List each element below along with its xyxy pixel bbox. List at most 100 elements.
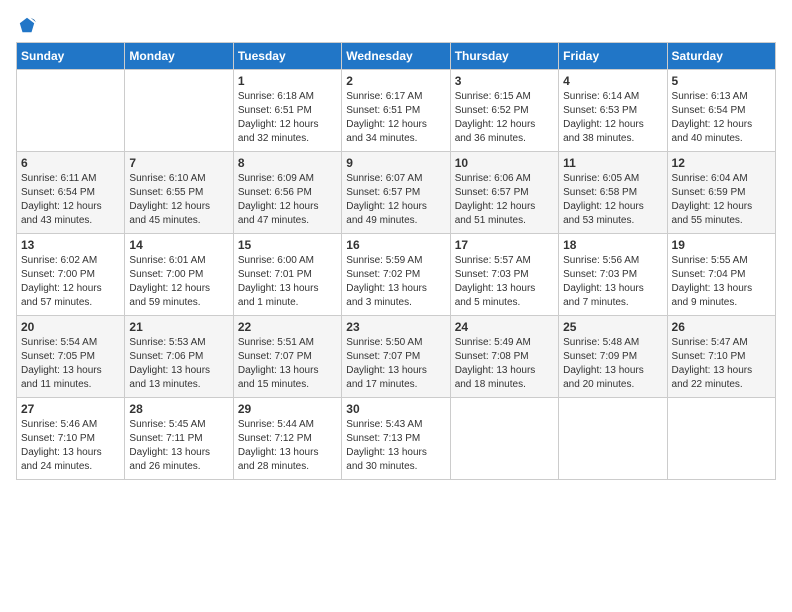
calendar-week-row: 13 Sunrise: 6:02 AM Sunset: 7:00 PM Dayli…: [17, 234, 776, 316]
calendar-cell: [125, 70, 233, 152]
calendar-cell: 18Sunrise: 5:56 AM Sunset: 7:03 PM Dayli…: [559, 234, 667, 316]
cell-details: Sunrise: 5:51 AM Sunset: 7:07 PM Dayligh…: [238, 336, 337, 392]
calendar-week-row: 27 Sunrise: 5:46 AM Sunset: 7:10 PM Dayli…: [17, 398, 776, 480]
calendar-cell: 16 Sunrise: 5:59 AM Sunset: 7:02 PM Dayli…: [342, 234, 450, 316]
day-number: 14: [129, 238, 228, 252]
day-number: 18: [563, 238, 662, 252]
cell-details: Sunrise: 6:04 AM Sunset: 6:59 PM Dayligh…: [672, 172, 771, 228]
calendar-cell: [17, 70, 125, 152]
cell-details: Sunrise: 5:57 AM Sunset: 7:03 PM Dayligh…: [455, 254, 554, 310]
cell-details: Sunrise: 6:07 AM Sunset: 6:57 PM Dayligh…: [346, 172, 445, 228]
calendar-cell: 19 Sunrise: 5:55 AM Sunset: 7:04 PM Dayli…: [667, 234, 775, 316]
logo-icon: [18, 16, 36, 34]
day-number: 23: [346, 320, 445, 334]
calendar-cell: 1 Sunrise: 6:18 AM Sunset: 6:51 PM Daylig…: [233, 70, 341, 152]
calendar-cell: 3Sunrise: 6:15 AM Sunset: 6:52 PM Daylig…: [450, 70, 558, 152]
cell-details: Sunrise: 6:11 AM Sunset: 6:54 PM Dayligh…: [21, 172, 120, 228]
calendar-week-row: 6 Sunrise: 6:11 AM Sunset: 6:54 PM Daylig…: [17, 152, 776, 234]
cell-details: Sunrise: 6:14 AM Sunset: 6:53 PM Dayligh…: [563, 90, 662, 146]
day-number: 28: [129, 402, 228, 416]
cell-details: Sunrise: 5:43 AM Sunset: 7:13 PM Dayligh…: [346, 418, 445, 474]
day-number: 21: [129, 320, 228, 334]
day-header: Saturday: [667, 43, 775, 70]
calendar-cell: 21 Sunrise: 5:53 AM Sunset: 7:06 PM Dayli…: [125, 316, 233, 398]
day-number: 2: [346, 74, 445, 88]
cell-details: Sunrise: 6:01 AM Sunset: 7:00 PM Dayligh…: [129, 254, 228, 310]
calendar-week-row: 20 Sunrise: 5:54 AM Sunset: 7:05 PM Dayli…: [17, 316, 776, 398]
day-number: 19: [672, 238, 771, 252]
day-header: Thursday: [450, 43, 558, 70]
calendar-cell: 10 Sunrise: 6:06 AM Sunset: 6:57 PM Dayli…: [450, 152, 558, 234]
cell-details: Sunrise: 6:05 AM Sunset: 6:58 PM Dayligh…: [563, 172, 662, 228]
cell-details: Sunrise: 5:47 AM Sunset: 7:10 PM Dayligh…: [672, 336, 771, 392]
cell-details: Sunrise: 6:09 AM Sunset: 6:56 PM Dayligh…: [238, 172, 337, 228]
day-number: 1: [238, 74, 337, 88]
cell-details: Sunrise: 5:48 AM Sunset: 7:09 PM Dayligh…: [563, 336, 662, 392]
calendar-cell: 30Sunrise: 5:43 AM Sunset: 7:13 PM Dayli…: [342, 398, 450, 480]
calendar-cell: 9 Sunrise: 6:07 AM Sunset: 6:57 PM Daylig…: [342, 152, 450, 234]
calendar-cell: 2 Sunrise: 6:17 AM Sunset: 6:51 PM Daylig…: [342, 70, 450, 152]
calendar-cell: 7 Sunrise: 6:10 AM Sunset: 6:55 PM Daylig…: [125, 152, 233, 234]
day-number: 17: [455, 238, 554, 252]
cell-details: Sunrise: 6:15 AM Sunset: 6:52 PM Dayligh…: [455, 90, 554, 146]
calendar-header-row: SundayMondayTuesdayWednesdayThursdayFrid…: [17, 43, 776, 70]
calendar-cell: 23Sunrise: 5:50 AM Sunset: 7:07 PM Dayli…: [342, 316, 450, 398]
calendar-cell: 22 Sunrise: 5:51 AM Sunset: 7:07 PM Dayli…: [233, 316, 341, 398]
calendar-week-row: 1 Sunrise: 6:18 AM Sunset: 6:51 PM Daylig…: [17, 70, 776, 152]
cell-details: Sunrise: 5:55 AM Sunset: 7:04 PM Dayligh…: [672, 254, 771, 310]
cell-details: Sunrise: 6:18 AM Sunset: 6:51 PM Dayligh…: [238, 90, 337, 146]
calendar-cell: 5 Sunrise: 6:13 AM Sunset: 6:54 PM Daylig…: [667, 70, 775, 152]
calendar-cell: [667, 398, 775, 480]
calendar-cell: 26 Sunrise: 5:47 AM Sunset: 7:10 PM Dayli…: [667, 316, 775, 398]
calendar-cell: 25 Sunrise: 5:48 AM Sunset: 7:09 PM Dayli…: [559, 316, 667, 398]
day-number: 9: [346, 156, 445, 170]
cell-details: Sunrise: 5:53 AM Sunset: 7:06 PM Dayligh…: [129, 336, 228, 392]
calendar-cell: 15 Sunrise: 6:00 AM Sunset: 7:01 PM Dayli…: [233, 234, 341, 316]
calendar-cell: [450, 398, 558, 480]
calendar-cell: 8 Sunrise: 6:09 AM Sunset: 6:56 PM Daylig…: [233, 152, 341, 234]
day-number: 12: [672, 156, 771, 170]
day-header: Friday: [559, 43, 667, 70]
day-number: 11: [563, 156, 662, 170]
calendar-cell: 17 Sunrise: 5:57 AM Sunset: 7:03 PM Dayli…: [450, 234, 558, 316]
day-header: Wednesday: [342, 43, 450, 70]
cell-details: Sunrise: 5:59 AM Sunset: 7:02 PM Dayligh…: [346, 254, 445, 310]
day-number: 22: [238, 320, 337, 334]
day-number: 13: [21, 238, 120, 252]
cell-details: Sunrise: 6:13 AM Sunset: 6:54 PM Dayligh…: [672, 90, 771, 146]
day-number: 29: [238, 402, 337, 416]
calendar-table: SundayMondayTuesdayWednesdayThursdayFrid…: [16, 42, 776, 480]
calendar-cell: 27 Sunrise: 5:46 AM Sunset: 7:10 PM Dayli…: [17, 398, 125, 480]
calendar-cell: 12 Sunrise: 6:04 AM Sunset: 6:59 PM Dayli…: [667, 152, 775, 234]
cell-details: Sunrise: 6:00 AM Sunset: 7:01 PM Dayligh…: [238, 254, 337, 310]
cell-details: Sunrise: 5:45 AM Sunset: 7:11 PM Dayligh…: [129, 418, 228, 474]
cell-details: Sunrise: 5:44 AM Sunset: 7:12 PM Dayligh…: [238, 418, 337, 474]
day-number: 6: [21, 156, 120, 170]
calendar-cell: 6 Sunrise: 6:11 AM Sunset: 6:54 PM Daylig…: [17, 152, 125, 234]
day-number: 25: [563, 320, 662, 334]
day-number: 27: [21, 402, 120, 416]
day-number: 5: [672, 74, 771, 88]
calendar-cell: 20 Sunrise: 5:54 AM Sunset: 7:05 PM Dayli…: [17, 316, 125, 398]
cell-details: Sunrise: 6:10 AM Sunset: 6:55 PM Dayligh…: [129, 172, 228, 228]
calendar-cell: 4Sunrise: 6:14 AM Sunset: 6:53 PM Daylig…: [559, 70, 667, 152]
day-number: 24: [455, 320, 554, 334]
cell-details: Sunrise: 6:17 AM Sunset: 6:51 PM Dayligh…: [346, 90, 445, 146]
calendar-cell: 14 Sunrise: 6:01 AM Sunset: 7:00 PM Dayli…: [125, 234, 233, 316]
calendar-cell: 28 Sunrise: 5:45 AM Sunset: 7:11 PM Dayli…: [125, 398, 233, 480]
cell-details: Sunrise: 5:54 AM Sunset: 7:05 PM Dayligh…: [21, 336, 120, 392]
cell-details: Sunrise: 5:46 AM Sunset: 7:10 PM Dayligh…: [21, 418, 120, 474]
day-number: 15: [238, 238, 337, 252]
cell-details: Sunrise: 6:06 AM Sunset: 6:57 PM Dayligh…: [455, 172, 554, 228]
cell-details: Sunrise: 6:02 AM Sunset: 7:00 PM Dayligh…: [21, 254, 120, 310]
day-number: 26: [672, 320, 771, 334]
day-number: 7: [129, 156, 228, 170]
day-number: 8: [238, 156, 337, 170]
page-header: [16, 16, 776, 34]
day-number: 20: [21, 320, 120, 334]
day-number: 10: [455, 156, 554, 170]
calendar-cell: 24Sunrise: 5:49 AM Sunset: 7:08 PM Dayli…: [450, 316, 558, 398]
day-header: Monday: [125, 43, 233, 70]
day-number: 16: [346, 238, 445, 252]
day-header: Tuesday: [233, 43, 341, 70]
